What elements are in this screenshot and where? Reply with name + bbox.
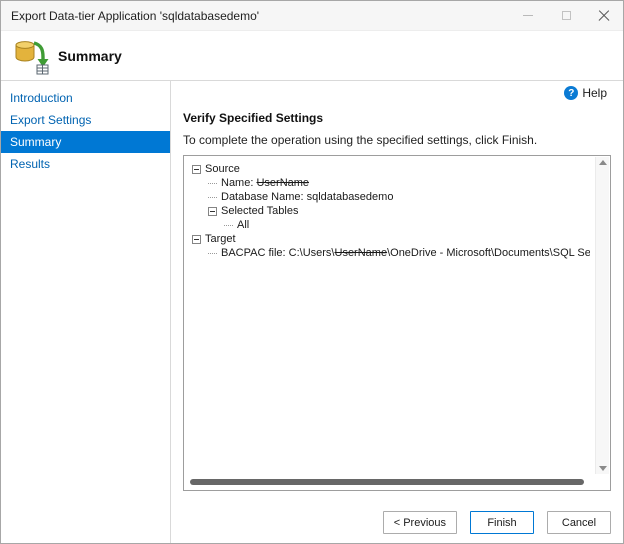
tree-label: Name: UserName bbox=[221, 177, 309, 189]
redacted-username: UserName bbox=[256, 177, 309, 189]
scroll-up-icon[interactable] bbox=[599, 160, 607, 165]
collapse-icon[interactable] bbox=[192, 235, 201, 244]
tree-text-segment: \OneDrive - Microsoft\Documents\SQL Serv… bbox=[387, 247, 590, 259]
settings-tree: Source Name: UserName Database Name: sqlda… bbox=[186, 162, 590, 260]
main-content: ? Help Verify Specified Settings To comp… bbox=[171, 81, 623, 543]
page-title: Summary bbox=[58, 48, 122, 64]
tree-connector bbox=[208, 253, 217, 254]
tree-row: BACPAC file: C:\Users\UserName\OneDrive … bbox=[186, 246, 590, 260]
tree-row: All bbox=[186, 218, 590, 232]
tree-connector bbox=[224, 225, 233, 226]
tree-connector bbox=[208, 183, 217, 184]
tree-text-segment: Name: bbox=[221, 177, 256, 189]
minimize-button[interactable] bbox=[509, 1, 547, 30]
tree-label: All bbox=[237, 219, 249, 231]
finish-button[interactable]: Finish bbox=[470, 511, 534, 534]
wizard-header: Summary bbox=[1, 31, 623, 80]
sidebar-item-introduction[interactable]: Introduction bbox=[1, 87, 170, 109]
window-controls bbox=[509, 1, 623, 30]
tree-label: Source bbox=[205, 163, 240, 175]
scroll-down-icon[interactable] bbox=[599, 466, 607, 471]
help-icon: ? bbox=[564, 86, 578, 100]
footer-buttons: < Previous Finish Cancel bbox=[383, 511, 611, 534]
tree-text-segment: Source bbox=[205, 163, 240, 175]
maximize-button[interactable] bbox=[547, 1, 585, 30]
tree-label: BACPAC file: C:\Users\UserName\OneDrive … bbox=[221, 247, 590, 259]
sidebar-item-export-settings[interactable]: Export Settings bbox=[1, 109, 170, 131]
sidebar-item-results[interactable]: Results bbox=[1, 153, 170, 175]
instruction-text: To complete the operation using the spec… bbox=[183, 133, 623, 147]
export-data-tier-wizard-window: Export Data-tier Application 'sqldatabas… bbox=[0, 0, 624, 544]
wizard-steps-sidebar: IntroductionExport SettingsSummaryResult… bbox=[1, 81, 171, 543]
titlebar: Export Data-tier Application 'sqldatabas… bbox=[1, 1, 623, 31]
minimize-icon bbox=[523, 15, 533, 16]
close-icon bbox=[598, 10, 610, 22]
export-database-icon bbox=[12, 37, 50, 75]
settings-tree-panel: Source Name: UserName Database Name: sqlda… bbox=[183, 155, 611, 491]
sidebar-item-summary[interactable]: Summary bbox=[1, 131, 170, 153]
tree-text-segment: Database Name: sqldatabasedemo bbox=[221, 191, 393, 203]
tree-text-segment: Selected Tables bbox=[221, 205, 298, 217]
tree-label: Selected Tables bbox=[221, 205, 298, 217]
maximize-icon bbox=[562, 11, 571, 20]
horizontal-scrollbar-thumb[interactable] bbox=[190, 479, 584, 485]
vertical-scrollbar[interactable] bbox=[595, 157, 609, 474]
cancel-button[interactable]: Cancel bbox=[547, 511, 611, 534]
tree-row: Selected Tables bbox=[186, 204, 590, 218]
tree-row: Database Name: sqldatabasedemo bbox=[186, 190, 590, 204]
close-button[interactable] bbox=[585, 1, 623, 30]
help-label: Help bbox=[582, 86, 607, 100]
tree-row: Source bbox=[186, 162, 590, 176]
redacted-username: UserName bbox=[335, 247, 388, 259]
collapse-icon[interactable] bbox=[192, 165, 201, 174]
tree-label: Target bbox=[205, 233, 236, 245]
tree-connector bbox=[208, 197, 217, 198]
wizard-body: IntroductionExport SettingsSummaryResult… bbox=[1, 81, 623, 543]
collapse-icon[interactable] bbox=[208, 207, 217, 216]
previous-button[interactable]: < Previous bbox=[383, 511, 457, 534]
tree-row: Target bbox=[186, 232, 590, 246]
tree-text-segment: All bbox=[237, 219, 249, 231]
window-title: Export Data-tier Application 'sqldatabas… bbox=[1, 9, 509, 23]
tree-text-segment: Target bbox=[205, 233, 236, 245]
tree-label: Database Name: sqldatabasedemo bbox=[221, 191, 393, 203]
tree-row: Name: UserName bbox=[186, 176, 590, 190]
section-heading: Verify Specified Settings bbox=[183, 111, 623, 125]
help-link[interactable]: ? Help bbox=[564, 86, 607, 100]
tree-text-segment: BACPAC file: C:\Users\ bbox=[221, 247, 335, 259]
